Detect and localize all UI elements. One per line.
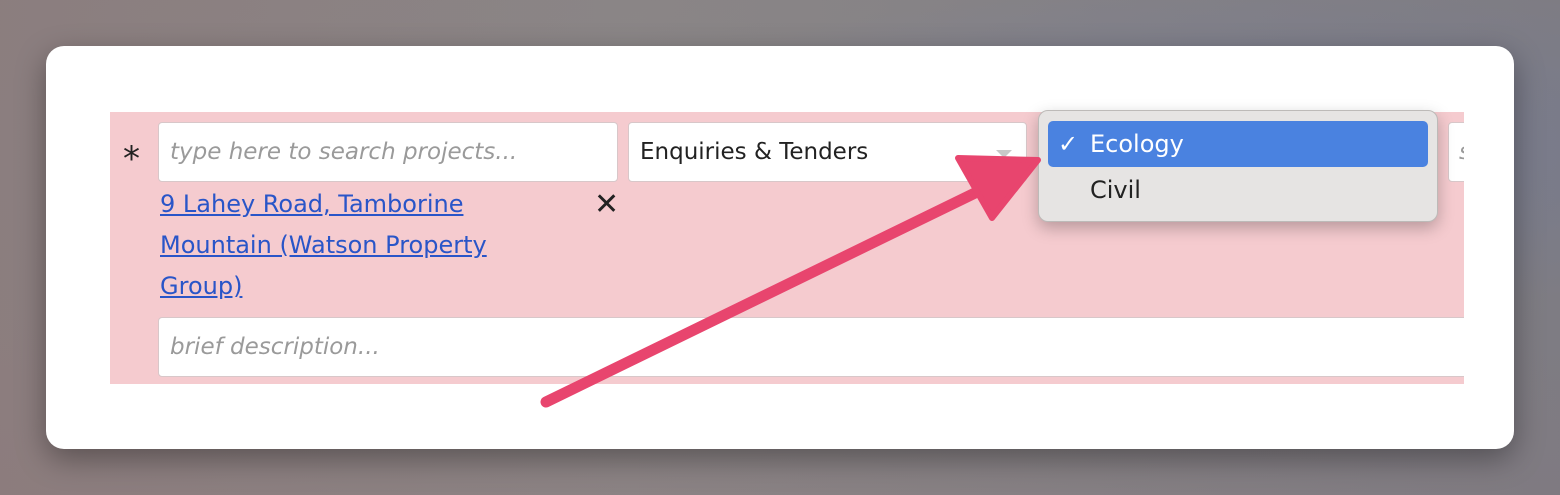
required-marker: * (123, 139, 140, 179)
checkmark-icon: ✓ (1058, 130, 1079, 158)
modal-card: * type here to search projects... Enquir… (46, 46, 1514, 449)
dropdown-option-ecology[interactable]: ✓ Ecology (1048, 121, 1428, 167)
discipline-select-partial[interactable]: s (1448, 122, 1464, 182)
dropdown-option-label: Civil (1090, 176, 1141, 204)
description-input[interactable]: brief description... (158, 317, 1464, 377)
chevron-down-icon (996, 150, 1012, 158)
selected-project-link[interactable]: 9 Lahey Road, Tamborine Mountain (Watson… (160, 184, 540, 307)
project-search-input[interactable]: type here to search projects... (158, 122, 618, 182)
category-select[interactable]: Enquiries & Tenders (628, 122, 1027, 182)
discipline-dropdown-menu: ✓ Ecology Civil (1038, 110, 1438, 222)
dropdown-option-label: Ecology (1090, 130, 1184, 158)
dropdown-option-civil[interactable]: Civil (1048, 167, 1428, 213)
category-select-value: Enquiries & Tenders (640, 139, 869, 165)
close-icon[interactable]: ✕ (594, 190, 619, 220)
